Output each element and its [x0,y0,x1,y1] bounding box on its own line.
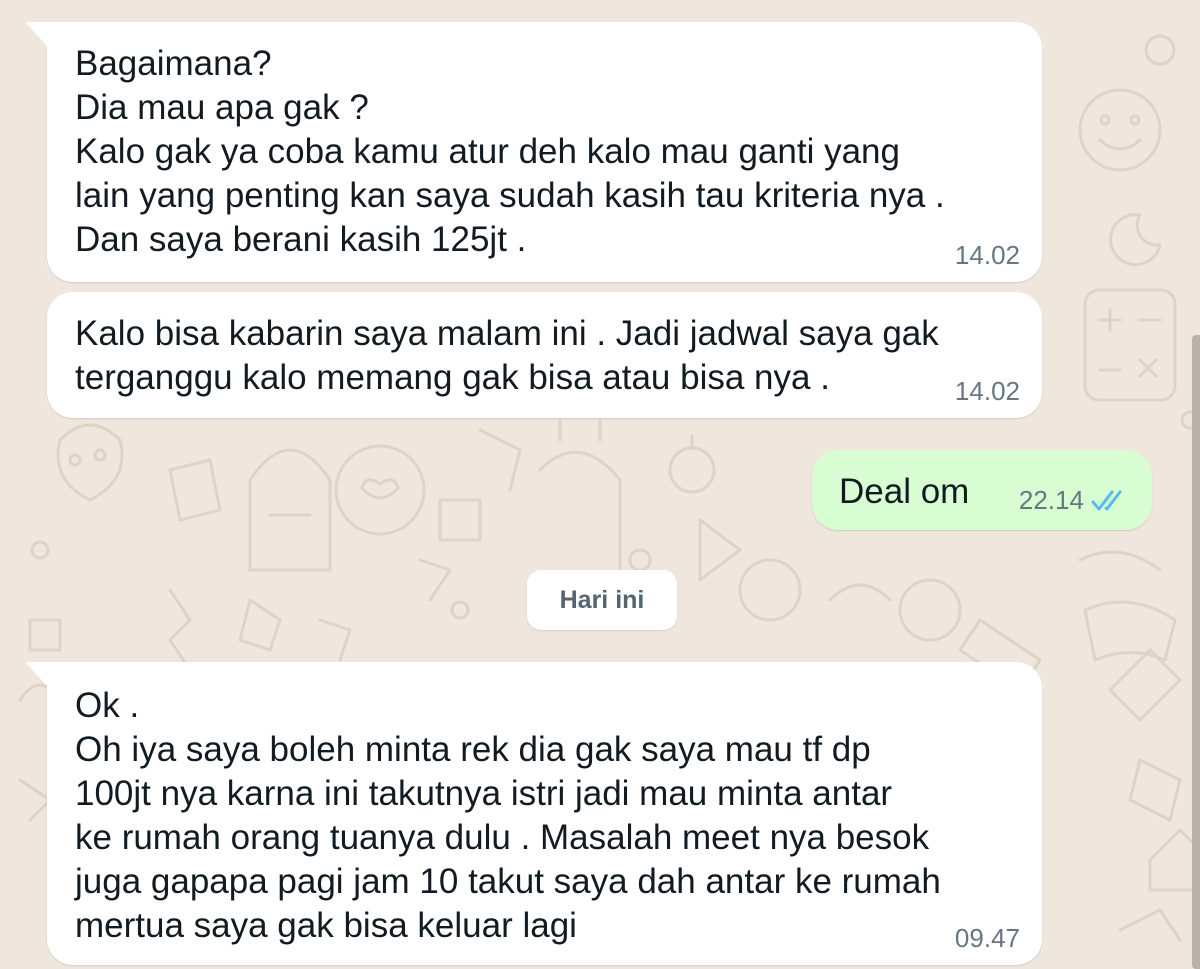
message-time: 22.14 [1018,485,1084,515]
message-text: Kalo bisa kabarin saya malam ini . Jadi … [75,314,939,397]
message-time: 14.02 [954,240,1020,270]
message-time: 09.47 [954,923,1020,953]
message-text: Deal om [839,472,970,511]
scrollbar[interactable] [1192,335,1200,969]
message-bubble-incoming[interactable]: Ok . Oh iya saya boleh minta rek dia gak… [25,662,1042,965]
message-bubble-incoming[interactable]: Bagaimana? Dia mau apa gak ? Kalo gak ya… [25,22,1042,282]
message-text: Bagaimana? Dia mau apa gak ? Kalo gak ya… [75,44,945,259]
message-time: 14.02 [954,376,1020,406]
date-divider: Hari ini [527,570,677,630]
message-bubble-incoming[interactable]: Kalo bisa kabarin saya malam ini . Jadi … [47,292,1042,418]
message-bubble-outgoing[interactable]: Deal om 22.14 [812,450,1152,530]
double-check-icon [1091,490,1122,511]
message-text: Ok . Oh iya saya boleh minta rek dia gak… [75,686,941,945]
